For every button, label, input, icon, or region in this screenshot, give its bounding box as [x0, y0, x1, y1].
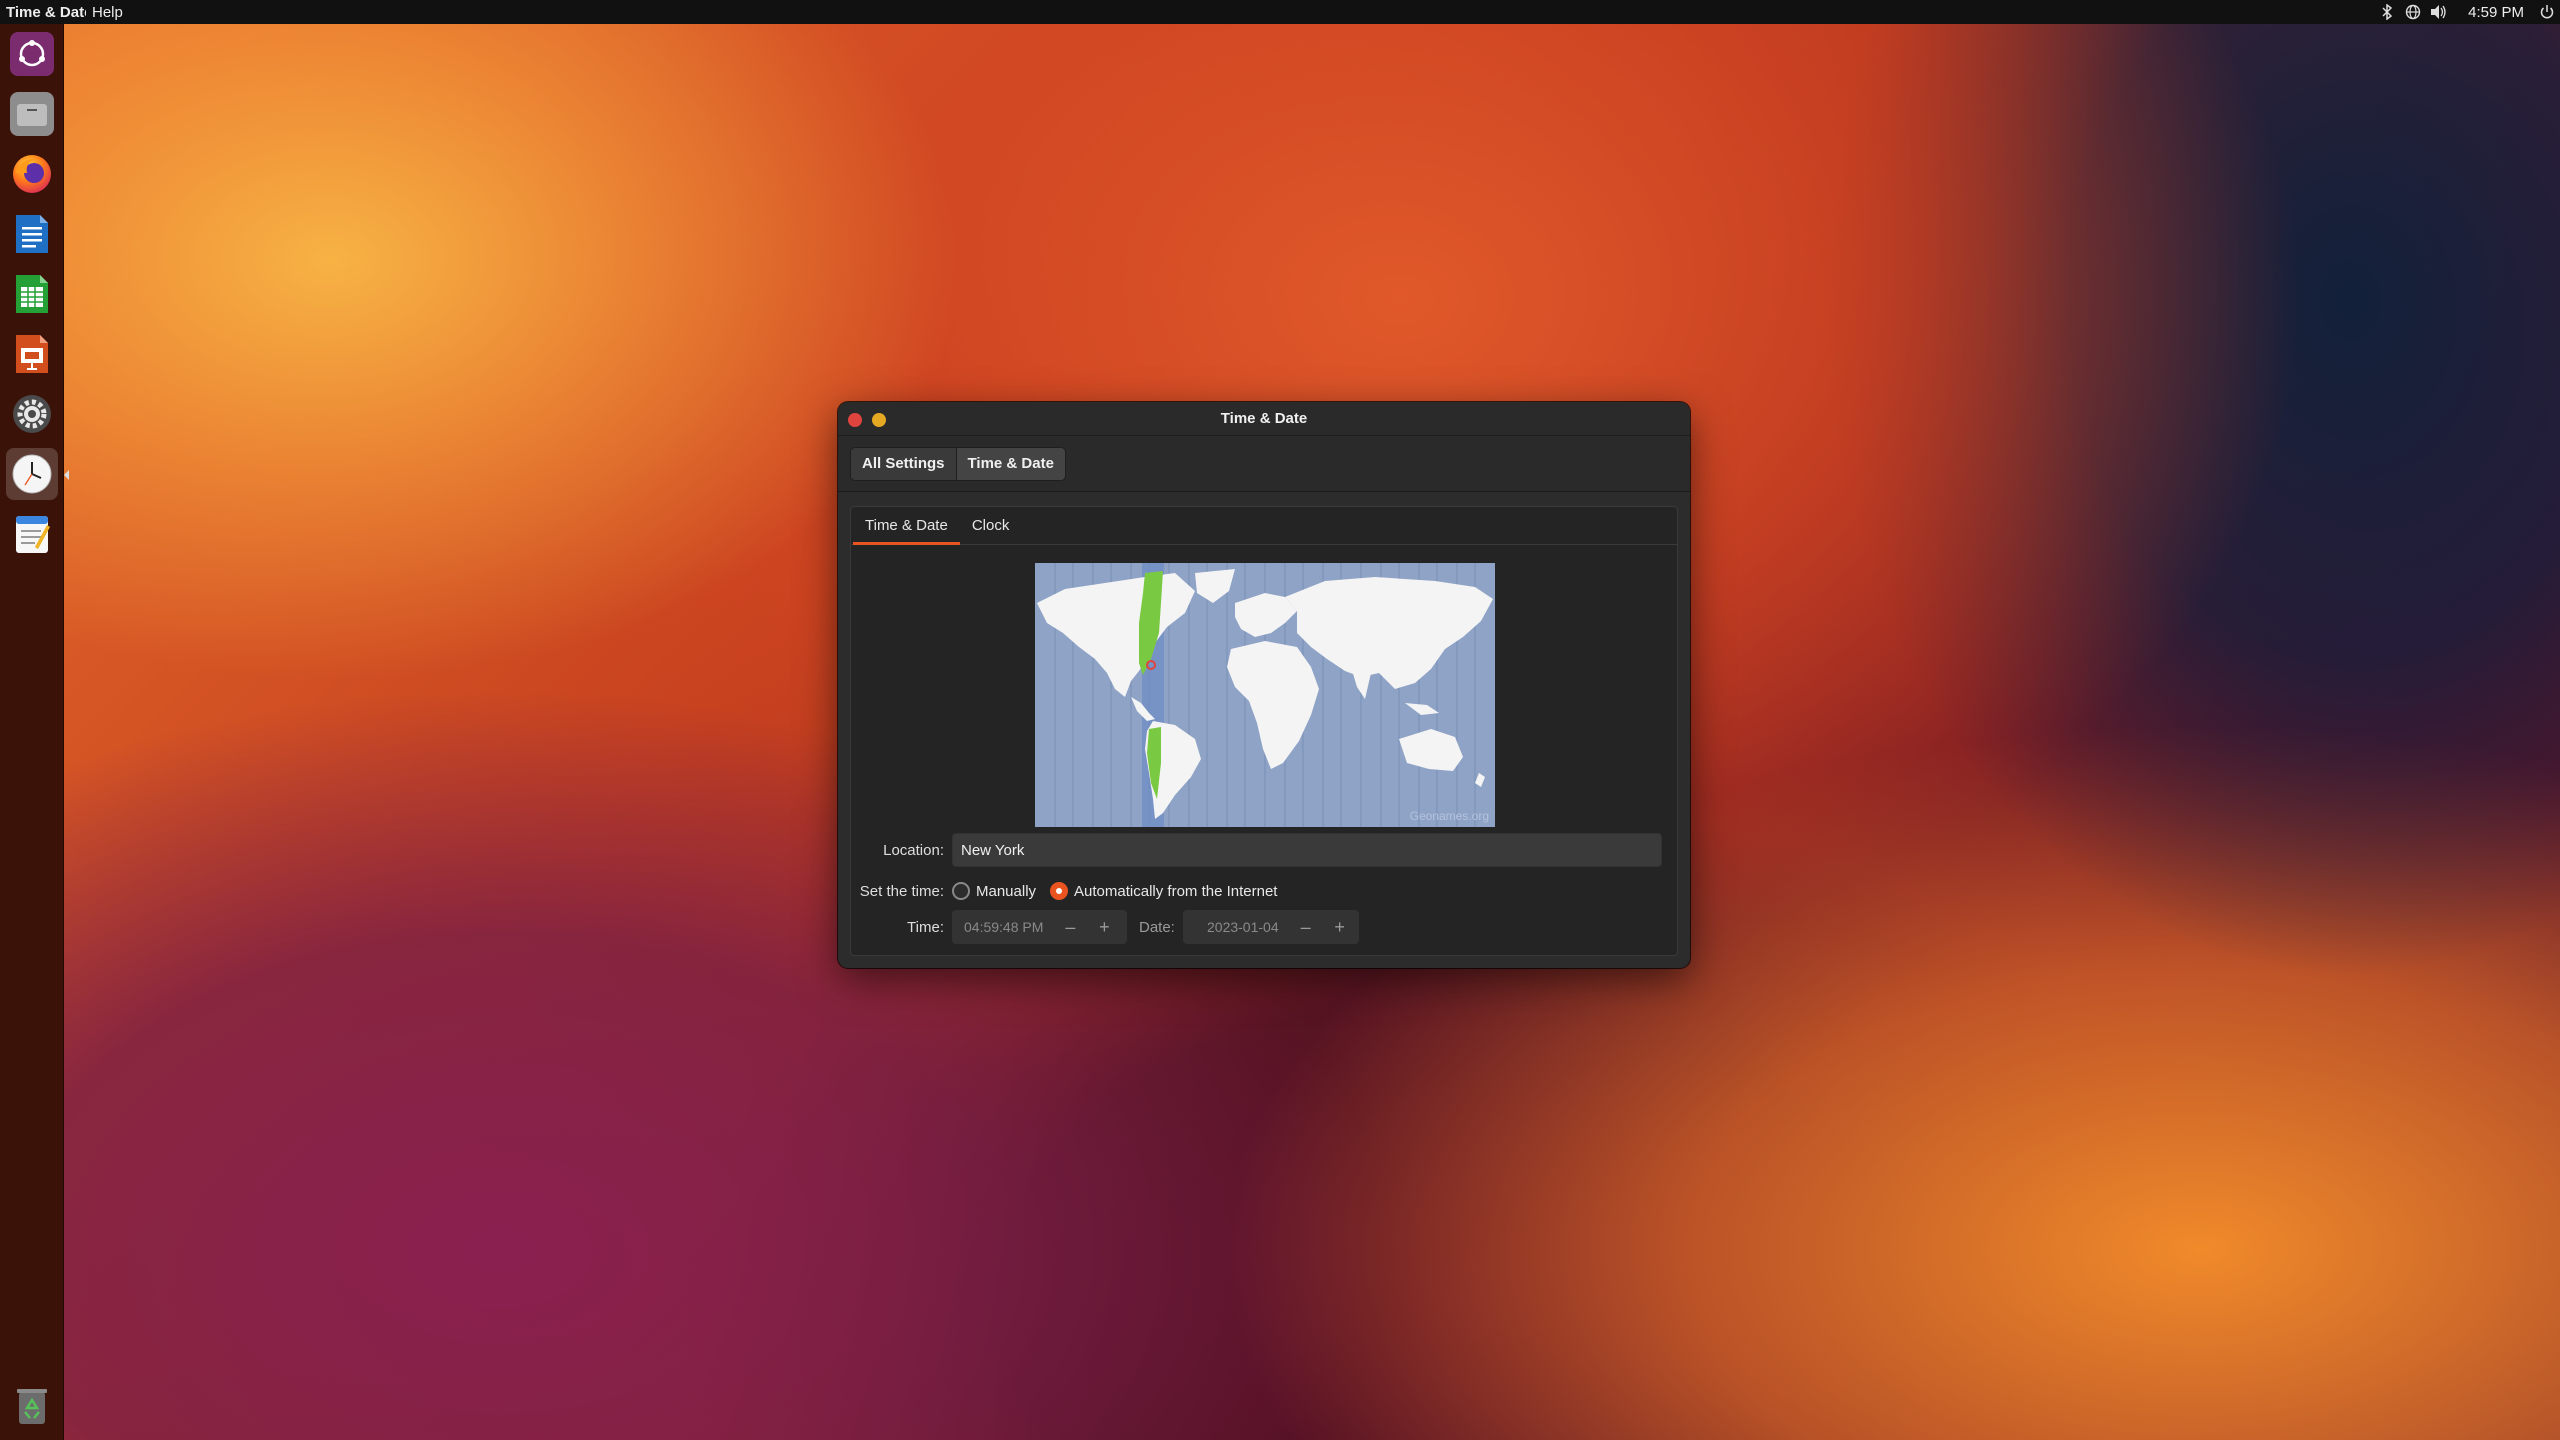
settings-panel: Time & Date Clock Geonames.org Location:…	[850, 506, 1678, 956]
window-title: Time & Date	[1220, 410, 1308, 427]
breadcrumb-time-date[interactable]: Time & Date	[956, 446, 1066, 481]
dock-files[interactable]	[6, 88, 58, 140]
date-spinner[interactable]: 2023-01-04 – +	[1183, 910, 1359, 944]
dock-libreoffice-writer[interactable]	[6, 208, 58, 260]
dock	[0, 24, 69, 1440]
automatic-radio-label[interactable]: Automatically from the Internet	[1074, 883, 1277, 900]
volume-icon[interactable]	[2426, 0, 2452, 24]
location-label: Location:	[883, 841, 944, 859]
time-label: Time:	[907, 918, 944, 936]
time-value[interactable]: 04:59:48 PM	[952, 919, 1053, 935]
app-menu-name[interactable]: Time & Date	[6, 4, 86, 21]
dock-firefox[interactable]	[6, 148, 58, 200]
dock-libreoffice-calc[interactable]	[6, 268, 58, 320]
clock-text[interactable]: 4:59 PM	[2468, 4, 2524, 21]
breadcrumb-all-settings[interactable]: All Settings	[850, 446, 957, 481]
settings-icon	[10, 392, 54, 436]
set-time-row: Set the time: Manually Automatically fro…	[851, 875, 1277, 907]
dock-text-editor[interactable]	[6, 508, 58, 560]
dock-libreoffice-impress[interactable]	[6, 328, 58, 380]
tab-clock[interactable]: Clock	[960, 507, 1022, 544]
top-bar: Time & Date Help 4:59 PM	[0, 0, 2560, 24]
trash-icon	[10, 1384, 54, 1428]
tab-bar: Time & Date Clock	[851, 507, 1677, 545]
manual-radio-label[interactable]: Manually	[976, 883, 1036, 900]
time-decrement-button[interactable]: –	[1053, 910, 1087, 944]
clock-icon	[10, 452, 54, 496]
dock-clock[interactable]	[6, 448, 69, 500]
tab-time-date[interactable]: Time & Date	[853, 507, 960, 545]
date-increment-button[interactable]: +	[1323, 910, 1357, 944]
close-button[interactable]	[848, 413, 862, 427]
window-titlebar[interactable]: Time & Date	[838, 402, 1690, 436]
libreoffice-impress-icon	[10, 332, 54, 376]
ubuntu-software-icon	[10, 32, 54, 76]
power-icon[interactable]	[2534, 0, 2560, 24]
menu-help[interactable]: Help	[92, 4, 123, 21]
manual-radio[interactable]	[952, 882, 970, 900]
libreoffice-writer-icon	[10, 212, 54, 256]
date-decrement-button[interactable]: –	[1289, 910, 1323, 944]
timezone-map[interactable]: Geonames.org	[1035, 563, 1495, 827]
map-credit: Geonames.org	[1409, 809, 1489, 823]
date-value[interactable]: 2023-01-04	[1183, 919, 1289, 935]
location-row: Location: New York	[851, 833, 1677, 867]
dock-trash[interactable]	[6, 1380, 58, 1432]
set-time-label: Set the time:	[859, 882, 944, 900]
bluetooth-icon[interactable]	[2374, 0, 2400, 24]
text-editor-icon	[10, 512, 54, 556]
active-app-indicator	[64, 470, 69, 480]
minimize-button[interactable]	[872, 413, 886, 427]
dock-ubuntu-software[interactable]	[6, 28, 58, 80]
time-date-row: Time: 04:59:48 PM – + Date: 2023-01-04 –…	[851, 910, 1359, 944]
dock-settings[interactable]	[6, 388, 58, 440]
automatic-radio[interactable]	[1050, 882, 1069, 900]
libreoffice-calc-icon	[10, 272, 54, 316]
firefox-icon	[10, 152, 54, 196]
location-input[interactable]: New York	[952, 833, 1662, 867]
files-icon	[10, 92, 54, 136]
time-date-window: Time & Date All Settings Time & Date Tim…	[838, 402, 1690, 968]
date-label: Date:	[1139, 918, 1175, 936]
time-spinner[interactable]: 04:59:48 PM – +	[952, 910, 1127, 944]
network-icon[interactable]	[2400, 0, 2426, 24]
breadcrumb: All Settings Time & Date	[838, 436, 1690, 492]
time-increment-button[interactable]: +	[1087, 910, 1121, 944]
